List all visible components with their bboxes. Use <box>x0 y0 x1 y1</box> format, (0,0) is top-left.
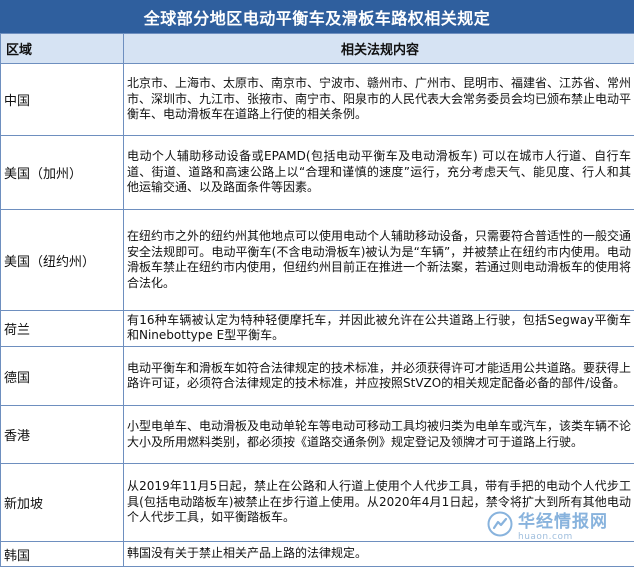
table-row: 德国 电动平衡车和滑板车如符合法律规定的技术标准，并必须获得许可才能适用公共道路… <box>0 346 634 407</box>
law-cell: 电动个人辅助移动设备或EPAMD(包括电动平衡车及电动滑板车) 可以在城市人行道… <box>123 134 634 211</box>
column-header-law: 相关法规内容 <box>123 33 634 64</box>
table-row: 美国（纽约州） 在纽约市之外的纽约州其他地点可以使用电动个人辅助移动设备，只需要… <box>0 209 634 311</box>
table-title: 全球部分地区电动平衡车及滑板车路权相关规定 <box>0 0 634 33</box>
table-row: 美国（加州） 电动个人辅助移动设备或EPAMD(包括电动平衡车及电动滑板车) 可… <box>0 134 634 211</box>
regulations-table: 区域 相关法规内容 中国 北京市、上海市、太原市、南京市、宁波市、赣州市、广州市… <box>0 33 634 567</box>
column-header-region: 区域 <box>0 33 124 64</box>
header-row: 区域 相关法规内容 <box>0 33 634 64</box>
page: 全球部分地区电动平衡车及滑板车路权相关规定 区域 相关法规内容 中国 北京市、上… <box>0 0 634 567</box>
table-row: 新加坡 从2019年11月5日起，禁止在公路和人行道上使用个人代步工具，带有手把… <box>0 463 634 543</box>
law-cell: 电动平衡车和滑板车如符合法律规定的技术标准，并必须获得许可才能适用公共道路。要获… <box>123 346 634 407</box>
law-cell: 从2019年11月5日起，禁止在公路和人行道上使用个人代步工具，带有手把的电动个… <box>123 463 634 543</box>
law-cell: 有16种车辆被认定为特种轻便摩托车，并因此被允许在公共道路上行驶，包括Segwa… <box>123 309 634 348</box>
table-row: 韩国 韩国没有关于禁止相关产品上路的法律规定。 <box>0 541 634 567</box>
region-cell: 荷兰 <box>0 309 124 348</box>
region-cell: 美国（加州） <box>0 134 124 211</box>
law-cell: 在纽约市之外的纽约州其他地点可以使用电动个人辅助移动设备，只需要符合普适性的一般… <box>123 209 634 311</box>
table-row: 中国 北京市、上海市、太原市、南京市、宁波市、赣州市、广州市、昆明市、福建省、江… <box>0 63 634 136</box>
region-cell: 香港 <box>0 405 124 465</box>
region-cell: 德国 <box>0 346 124 407</box>
law-cell: 北京市、上海市、太原市、南京市、宁波市、赣州市、广州市、昆明市、福建省、江苏省、… <box>123 63 634 136</box>
region-cell: 美国（纽约州） <box>0 209 124 311</box>
region-cell: 新加坡 <box>0 463 124 543</box>
law-cell: 韩国没有关于禁止相关产品上路的法律规定。 <box>123 541 634 567</box>
table-row: 香港 小型电单车、电动滑板及电动单轮车等电动可移动工具均被归类为电单车或汽车，该… <box>0 405 634 465</box>
region-cell: 韩国 <box>0 541 124 567</box>
region-cell: 中国 <box>0 63 124 136</box>
law-cell: 小型电单车、电动滑板及电动单轮车等电动可移动工具均被归类为电单车或汽车，该类车辆… <box>123 405 634 465</box>
table-row: 荷兰 有16种车辆被认定为特种轻便摩托车，并因此被允许在公共道路上行驶，包括Se… <box>0 309 634 348</box>
